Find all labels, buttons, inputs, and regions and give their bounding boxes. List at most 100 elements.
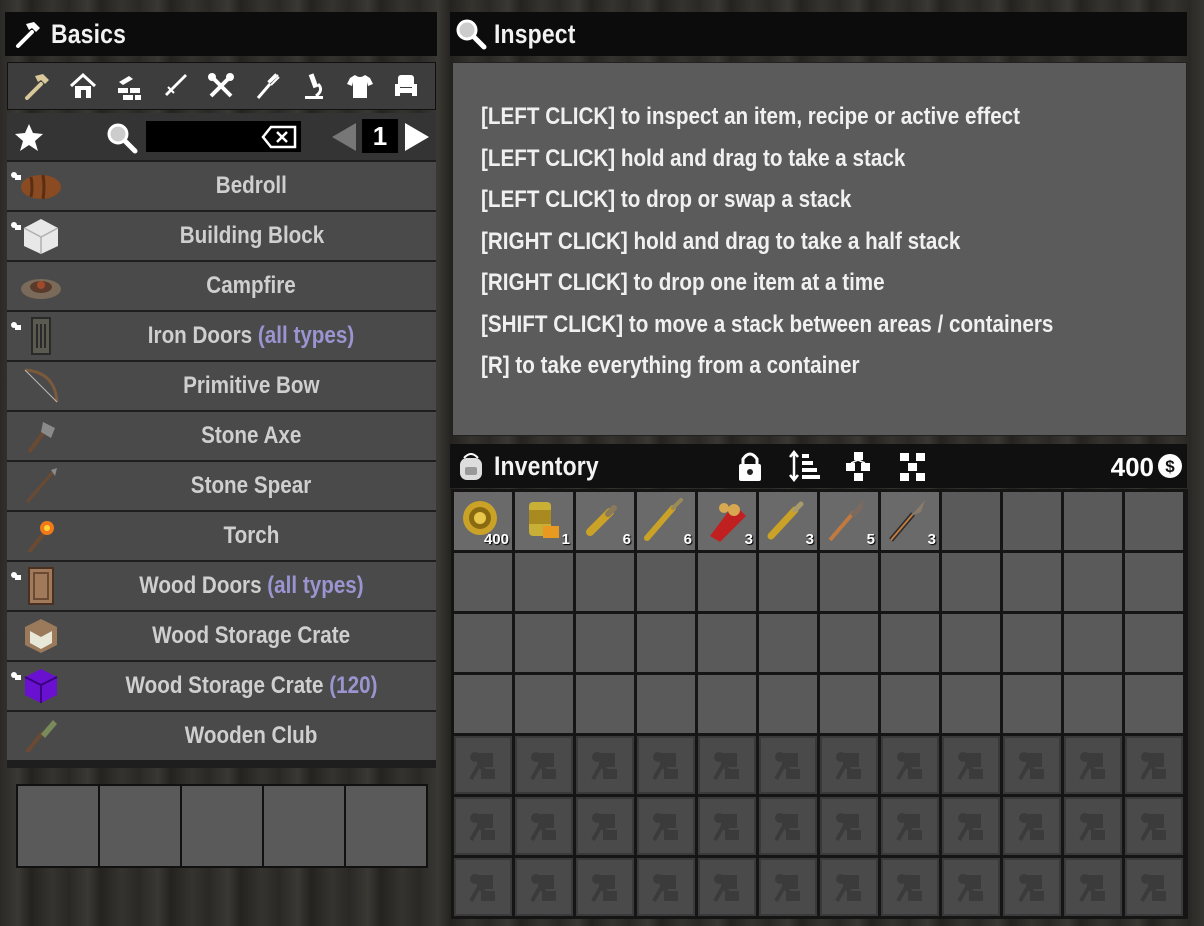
inventory-slot[interactable]: [820, 553, 878, 611]
locked-slot: [698, 797, 756, 855]
inventory-slot[interactable]: [1064, 675, 1122, 733]
lock-slots-icon[interactable]: [731, 446, 769, 486]
queue-slot[interactable]: [264, 786, 344, 866]
recipe-row[interactable]: Iron Doors (all types): [7, 312, 436, 360]
inventory-slot[interactable]: [1003, 492, 1061, 550]
slot-count: 5: [866, 531, 875, 548]
recipe-row[interactable]: Stone Axe: [7, 412, 436, 460]
inventory-slot[interactable]: [698, 675, 756, 733]
queue-slot[interactable]: [346, 786, 426, 866]
queue-slot[interactable]: [100, 786, 180, 866]
inventory-slot[interactable]: [1125, 553, 1183, 611]
help-line: [RIGHT CLICK] hold and drag to take a ha…: [481, 228, 961, 255]
inventory-slot[interactable]: 6: [637, 492, 695, 550]
inventory-slot[interactable]: [942, 614, 1000, 672]
inventory-slot[interactable]: [820, 675, 878, 733]
inventory-slot[interactable]: [454, 614, 512, 672]
locked-slot: [515, 736, 573, 794]
category-clothing-shirt-icon[interactable]: [342, 68, 378, 104]
campfire-icon: [19, 266, 63, 306]
crate-icon: [19, 616, 63, 656]
locked-slot: [820, 797, 878, 855]
inventory-slot[interactable]: [881, 675, 939, 733]
recipe-row[interactable]: Wood Storage Crate (120): [7, 662, 436, 710]
recipe-row[interactable]: Campfire: [7, 262, 436, 310]
inventory-slot[interactable]: [454, 675, 512, 733]
locked-slot: [698, 858, 756, 916]
inventory-slot[interactable]: [881, 614, 939, 672]
inventory-slot[interactable]: [759, 553, 817, 611]
page-number: 1: [362, 119, 398, 153]
inventory-slot[interactable]: [1125, 492, 1183, 550]
inventory-slot[interactable]: [881, 553, 939, 611]
recipe-row[interactable]: Wooden Club: [7, 712, 436, 760]
inventory-slot[interactable]: [637, 675, 695, 733]
inventory-slot[interactable]: 5: [820, 492, 878, 550]
inventory-slot[interactable]: [942, 675, 1000, 733]
category-resources-bricks-icon[interactable]: [111, 68, 147, 104]
category-science-microscope-icon[interactable]: [296, 68, 332, 104]
inventory-slot[interactable]: [1064, 614, 1122, 672]
page-next-arrow-icon[interactable]: [403, 121, 431, 153]
recipe-row[interactable]: Wood Doors (all types): [7, 562, 436, 610]
recipe-row[interactable]: Wood Storage Crate: [7, 612, 436, 660]
inventory-slot[interactable]: [1125, 675, 1183, 733]
page-prev-arrow-icon[interactable]: [330, 121, 358, 153]
recipe-row[interactable]: Stone Spear: [7, 462, 436, 510]
spread-stacks-icon[interactable]: [894, 446, 932, 486]
inventory-slot[interactable]: [637, 553, 695, 611]
inventory-slot[interactable]: [1064, 492, 1122, 550]
queue-slot[interactable]: [18, 786, 98, 866]
recipe-row[interactable]: Bedroll: [7, 162, 436, 210]
inventory-slot[interactable]: [454, 553, 512, 611]
inventory-slot[interactable]: 3: [698, 492, 756, 550]
category-weapons-knife-icon[interactable]: [157, 68, 193, 104]
inventory-slot[interactable]: [515, 614, 573, 672]
inventory-slot[interactable]: [1003, 675, 1061, 733]
queue-slot[interactable]: [182, 786, 262, 866]
inventory-slot[interactable]: [576, 614, 634, 672]
recipe-row[interactable]: Torch: [7, 512, 436, 560]
inventory-slot[interactable]: [1003, 614, 1061, 672]
inventory-slot[interactable]: 1: [515, 492, 573, 550]
inventory-slot[interactable]: [698, 553, 756, 611]
inventory-slot[interactable]: [576, 553, 634, 611]
category-basics-hammer-icon[interactable]: [19, 68, 55, 104]
category-food-fork-icon[interactable]: [250, 68, 286, 104]
inventory-slot[interactable]: [576, 675, 634, 733]
inventory-slot[interactable]: [942, 553, 1000, 611]
locked-slot: [576, 797, 634, 855]
inventory-slot[interactable]: [1125, 614, 1183, 672]
inventory-slot[interactable]: [759, 675, 817, 733]
clear-search-icon[interactable]: [261, 125, 297, 149]
inventory-slot[interactable]: 3: [881, 492, 939, 550]
sort-icon[interactable]: [785, 446, 823, 486]
inventory-slot[interactable]: [1003, 553, 1061, 611]
locked-slot: [698, 736, 756, 794]
purple-crate-icon: [19, 666, 63, 706]
recipe-row[interactable]: Primitive Bow: [7, 362, 436, 410]
wood-door-icon: [19, 566, 63, 606]
magnifier-icon: [454, 17, 488, 51]
category-decor-chair-icon[interactable]: [388, 68, 424, 104]
locked-slot: [637, 858, 695, 916]
inventory-slot[interactable]: [698, 614, 756, 672]
inspect-title: Inspect: [494, 18, 576, 49]
inventory-slot[interactable]: 3: [759, 492, 817, 550]
inventory-slot[interactable]: [637, 614, 695, 672]
inventory-slot[interactable]: 400: [454, 492, 512, 550]
recipe-row[interactable]: Building Block: [7, 212, 436, 260]
inventory-slot[interactable]: [759, 614, 817, 672]
inventory-slot[interactable]: [515, 675, 573, 733]
category-building-house-icon[interactable]: [65, 68, 101, 104]
category-tools-wrench-icon[interactable]: [203, 68, 239, 104]
svg-text:$: $: [1165, 457, 1175, 476]
inventory-slot[interactable]: [820, 614, 878, 672]
favorites-star-icon[interactable]: [13, 121, 45, 153]
inventory-slot[interactable]: [1064, 553, 1122, 611]
inventory-slot[interactable]: 6: [576, 492, 634, 550]
inventory-slot[interactable]: [515, 553, 573, 611]
slot-count: 3: [927, 531, 936, 548]
inventory-slot[interactable]: [942, 492, 1000, 550]
stack-all-icon[interactable]: [839, 446, 877, 486]
